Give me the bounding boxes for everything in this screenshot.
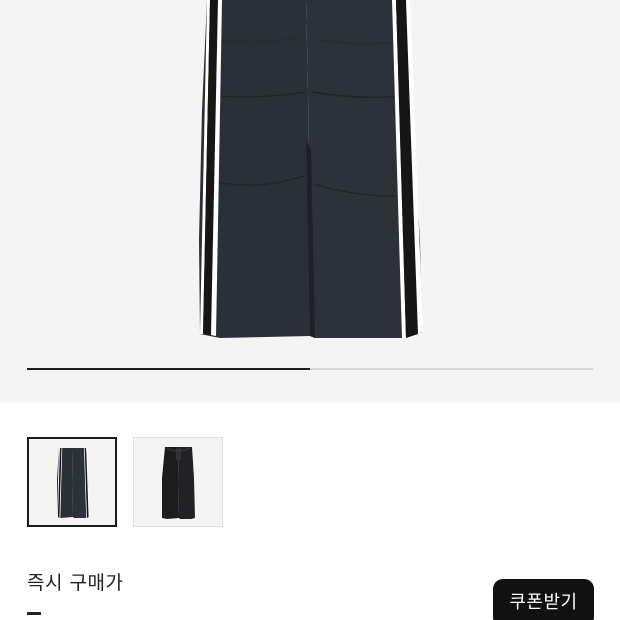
- product-image: [199, 0, 423, 338]
- thumbnail-navy-pants: [57, 448, 90, 518]
- product-page: 즉시 구매가 쿠폰받기: [0, 0, 620, 620]
- carousel-progress-fill: [27, 368, 310, 370]
- instant-purchase-price-label: 즉시 구매가: [27, 572, 124, 594]
- thumbnail-image-2[interactable]: [133, 437, 223, 527]
- thumbnail-image-1[interactable]: [27, 437, 117, 527]
- carousel-progress-track: [27, 368, 593, 370]
- get-coupon-button[interactable]: 쿠폰받기: [493, 579, 594, 620]
- thumbnail-black-pants: [162, 447, 195, 519]
- product-image-gallery[interactable]: [0, 0, 620, 403]
- price-value-partial: [27, 612, 41, 615]
